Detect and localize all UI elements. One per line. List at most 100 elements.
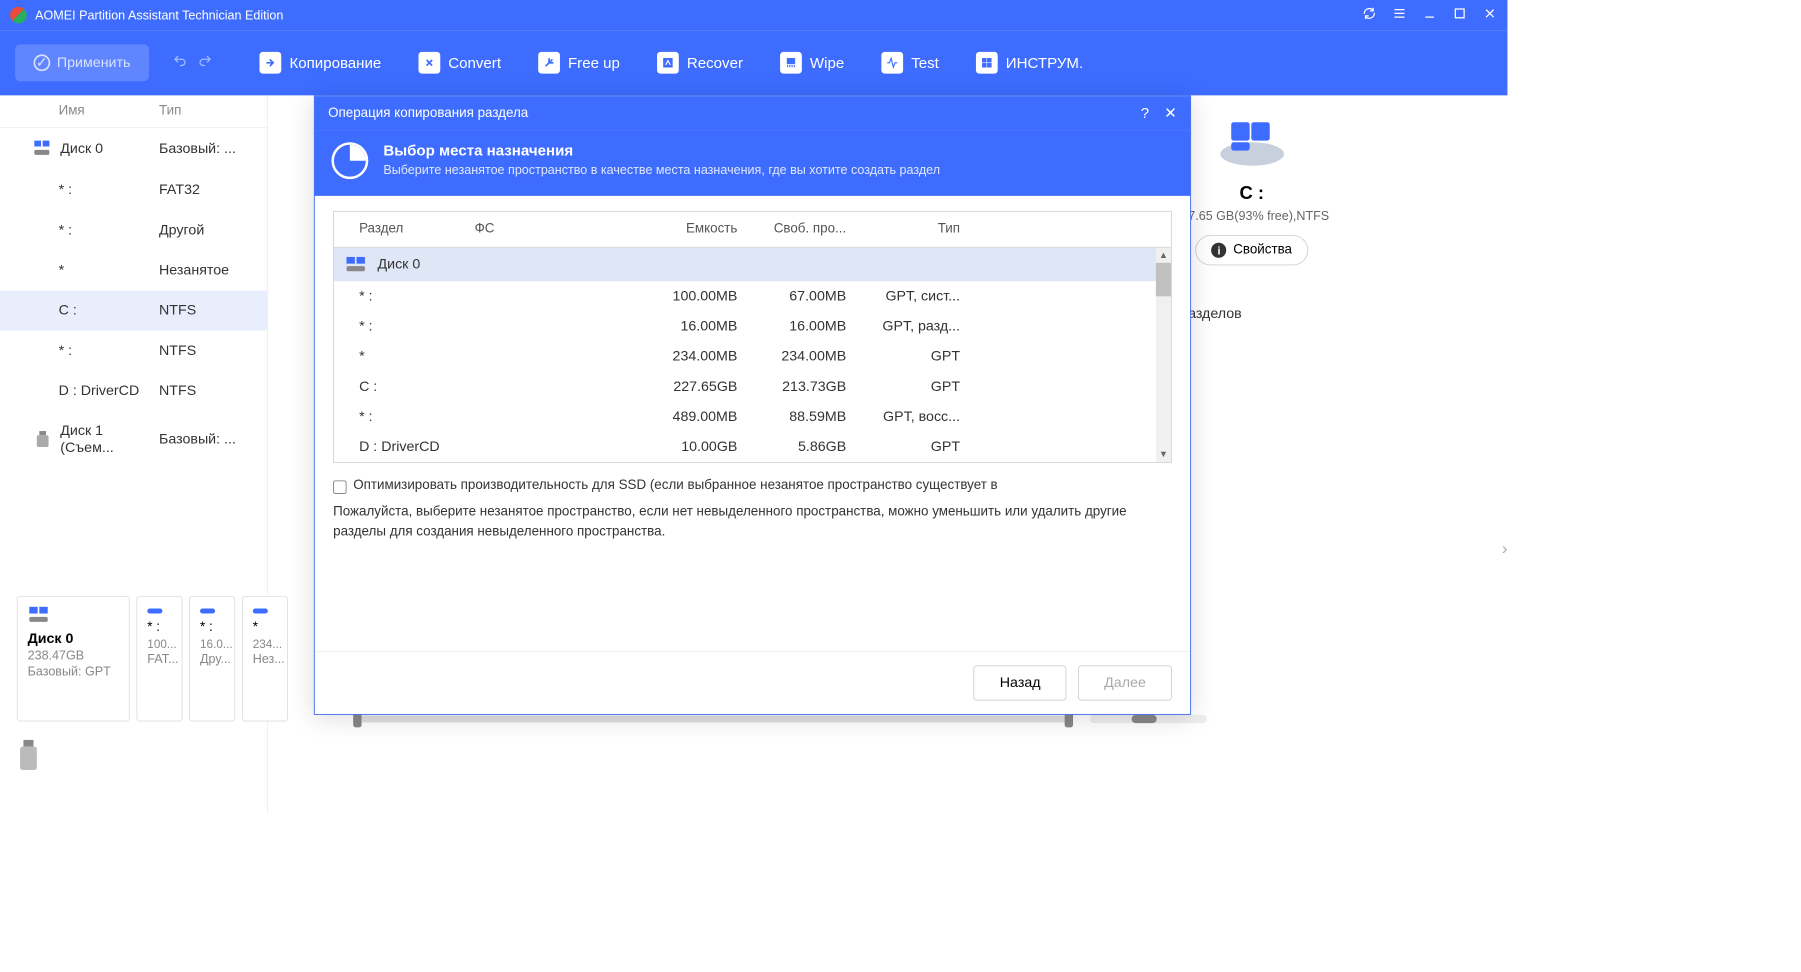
horizontal-scrollbar[interactable] [1090,715,1207,723]
toolbar-tools-label: ИНСТРУМ. [1006,54,1083,72]
disk-map-mini[interactable]: * :16.0...Дру... [189,596,235,722]
toolbar-copy[interactable]: Копирование [244,52,396,74]
row-type: NTFS [159,383,267,400]
partition-row[interactable]: D : DriverCD10.00GB5.86GBGPT [334,432,1171,462]
row-name: * : [59,222,72,239]
col-name-header: Имя [0,104,159,119]
drive-icon [1214,112,1289,171]
col-type: Тип [853,212,970,247]
disk-map-main[interactable]: Диск 0 238.47GB Базовый: GPT [17,596,130,722]
disk-list-row[interactable]: *Незанятое [0,250,267,290]
list-scrollbar[interactable]: ▲ ▼ [1156,248,1171,462]
menu-icon[interactable] [1392,6,1407,24]
disk-map-size: 238.47GB [28,649,119,663]
row-name: C : [59,302,77,319]
toolbar: ✓ Применить Копирование Convert Free up … [0,30,1507,95]
ssd-optimize-checkbox[interactable]: Оптимизировать производительность для SS… [333,478,1172,494]
recover-icon [657,52,679,74]
col-type-header: Тип [159,104,267,119]
disk-list-row[interactable]: Диск 0Базовый: ... [0,128,267,170]
col-capacity: Емкость [593,212,744,247]
row-name: D : DriverCD [59,383,140,400]
properties-button[interactable]: i Свойства [1196,235,1308,265]
freeup-icon [538,52,560,74]
partition-slider[interactable] [353,716,1073,723]
dialog-title: Операция копирования раздела [328,106,1126,121]
row-name: Диск 1 (Съем... [60,423,159,456]
dialog-footer: Назад Далее [315,651,1191,714]
dialog-heading: Выбор места назначения [383,142,940,160]
apply-label: Применить [57,54,131,71]
chevron-right-icon: › [1502,540,1508,559]
disk-list-row[interactable]: Диск 1 (Съем...Базовый: ... [0,411,267,468]
disk-list-row[interactable]: D : DriverCD NTFS [0,371,267,411]
back-button[interactable]: Назад [974,665,1067,700]
tools-icon [976,52,998,74]
dialog-hint: Пожалуйста, выберите незанятое пространс… [333,502,1172,542]
close-icon[interactable] [1482,6,1497,24]
toolbar-tools[interactable]: ИНСТРУМ. [961,52,1099,74]
refresh-icon[interactable] [1362,6,1377,24]
left-columns-header: Имя Тип [0,95,267,128]
next-button: Далее [1078,665,1172,700]
disk-list-row[interactable]: * : FAT32 [0,170,267,210]
info-icon: i [1211,243,1226,258]
partition-row[interactable]: * :100.00MB67.00MBGPT, сист... [334,281,1171,311]
app-logo-icon [10,7,27,24]
usb-icon [17,738,40,771]
ssd-optimize-input[interactable] [333,480,346,493]
partition-row[interactable]: * :16.00MB16.00MBGPT, разд... [334,311,1171,341]
disk-map-mini[interactable]: * :100...FAT... [136,596,182,722]
minimize-icon[interactable] [1422,6,1437,24]
partition-row[interactable]: * :489.00MB88.59MBGPT, восс... [334,402,1171,432]
col-free: Своб. про... [744,212,853,247]
toolbar-freeup[interactable]: Free up [523,52,635,74]
usb-disk-icon [33,430,51,448]
bottom-disk2 [17,738,40,771]
toolbar-wipe-label: Wipe [810,54,844,72]
partition-row[interactable]: *234.00MB234.00MBGPT [334,341,1171,371]
dialog-body: Раздел ФС Емкость Своб. про... Тип Диск … [315,196,1191,651]
wipe-icon [780,52,802,74]
toolbar-convert[interactable]: Convert [403,52,516,74]
toolbar-recover[interactable]: Recover [642,52,758,74]
copy-icon [259,52,281,74]
row-type: Незанятое [159,262,267,279]
toolbar-wipe[interactable]: Wipe [765,52,860,74]
app-title: AOMEI Partition Assistant Technician Edi… [35,8,1362,22]
undo-icon[interactable] [172,53,187,72]
disk-list-row[interactable]: C : NTFS [0,290,267,330]
dialog-close-icon[interactable]: ✕ [1164,105,1177,123]
col-partition: Раздел [334,212,468,247]
dialog-header: Выбор места назначения Выберите незанято… [315,131,1191,196]
disk-map-mini[interactable]: *234...Нез... [242,596,288,722]
disk-list-row[interactable]: * :NTFS [0,331,267,371]
partition-list-body[interactable]: Диск 0 * :100.00MB67.00MBGPT, сист...* :… [334,248,1171,462]
row-type: FAT32 [159,182,267,199]
copy-partition-dialog: Операция копирования раздела ? ✕ Выбор м… [314,95,1191,714]
partition-row[interactable]: C :227.65GB213.73GBGPT [334,372,1171,402]
partition-list-header: Раздел ФС Емкость Своб. про... Тип [334,212,1171,248]
test-icon [881,52,903,74]
row-type: Базовый: ... [159,141,267,158]
maximize-icon[interactable] [1452,6,1467,24]
dialog-subheading: Выберите незанятое пространство в качест… [383,163,940,177]
disk-list-row[interactable]: * :Другой [0,210,267,250]
titlebar: AOMEI Partition Assistant Technician Edi… [0,0,1507,30]
toolbar-test[interactable]: Test [866,52,954,74]
row-name: * : [59,342,72,359]
row-name: * : [59,182,72,199]
row-type: NTFS [159,302,267,319]
disk-list: Диск 0Базовый: ... * : FAT32 * :Другой*Неза… [0,128,267,468]
disk-map-name: Диск 0 [28,630,119,647]
toolbar-convert-label: Convert [448,54,501,72]
ssd-optimize-label: Оптимизировать производительность для SS… [353,478,997,493]
disk-section-row[interactable]: Диск 0 [334,248,1171,281]
help-icon[interactable]: ? [1141,105,1149,123]
partition-list: Раздел ФС Емкость Своб. про... Тип Диск … [333,211,1172,463]
redo-icon[interactable] [197,53,212,72]
dialog-titlebar: Операция копирования раздела ? ✕ [315,96,1191,130]
disk-section-label: Диск 0 [377,256,420,273]
disk-map-type: Базовый: GPT [28,665,119,679]
apply-button[interactable]: ✓ Применить [15,44,149,81]
